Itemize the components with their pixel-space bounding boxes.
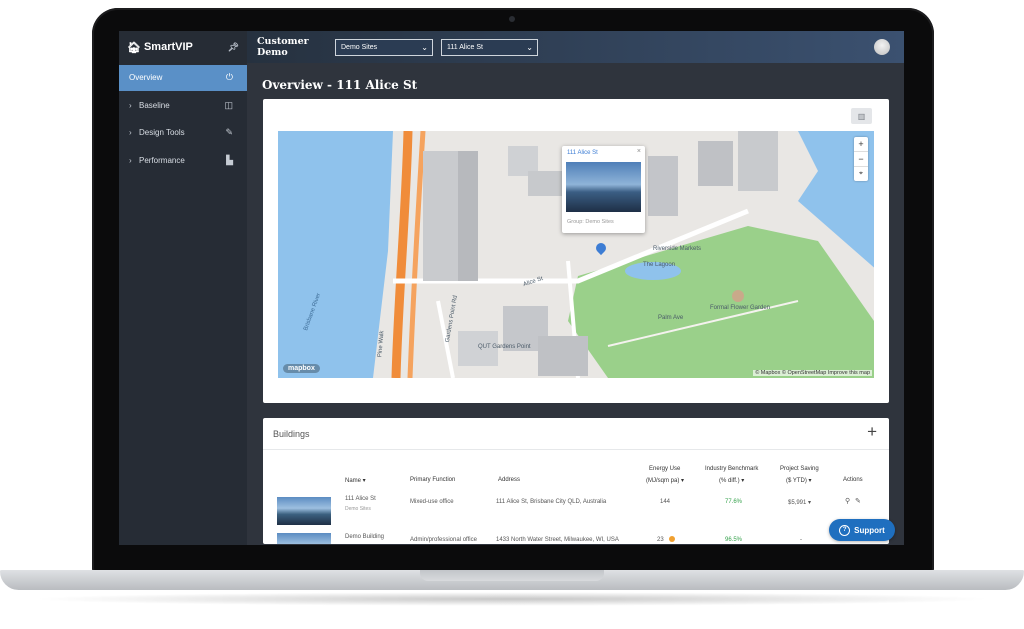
building-benchmark: 96.5%: [725, 537, 743, 543]
laptop-notch: [420, 570, 604, 581]
building-name[interactable]: 111 Alice St: [345, 496, 376, 502]
popup-title[interactable]: 111 Alice St: [567, 150, 598, 156]
building-photo: [566, 162, 641, 212]
pin-icon[interactable]: 📌︎: [228, 42, 239, 53]
map-label: Formal Flower Garden: [710, 305, 771, 311]
sidebar-item-baseline[interactable]: › Baseline ◫: [119, 92, 247, 118]
cube-icon: ◫: [224, 99, 233, 110]
help-icon: ?: [839, 524, 851, 536]
top-bar: Customer Demo Demo Sites ⌄ 111 Alice St …: [247, 31, 904, 63]
location-icon[interactable]: ⚲: [845, 497, 850, 505]
laptop-shadow: [30, 592, 994, 606]
mapbox-logo[interactable]: mapbox: [283, 364, 320, 373]
zoom-in-button[interactable]: +: [854, 137, 868, 152]
map-card: ⚲ ▥ Alice St Palm Ave Fo: [263, 99, 889, 403]
support-label: Support: [854, 525, 885, 535]
chart-view-button[interactable]: ▥: [851, 108, 872, 124]
map-label: Palm Ave: [658, 315, 684, 321]
brand[interactable]: 🏠︎ SmartVIP 📌︎: [119, 31, 247, 63]
home-icon: 🏠︎: [127, 41, 141, 54]
building-address: 1433 North Water Street, Milwaukee, WI, …: [496, 537, 619, 543]
edit-icon[interactable]: ✎: [855, 497, 861, 505]
buildings-card: Buildings + Name ▾ Primary Function Addr…: [263, 418, 889, 544]
building-select-value: 111 Alice St: [447, 43, 483, 51]
divider: [263, 449, 889, 450]
zoom-out-button[interactable]: −: [854, 152, 868, 167]
column-header-saving-unit[interactable]: ($ YTD) ▾: [786, 477, 812, 484]
sidebar-item-performance[interactable]: › Performance ▙: [119, 147, 247, 173]
building-address: 111 Alice St, Brisbane City QLD, Austral…: [496, 499, 607, 505]
chevron-right-icon: ›: [129, 155, 132, 165]
chevron-right-icon: ›: [129, 100, 132, 110]
building-energy: 144: [660, 499, 671, 505]
building-group: Demo Sites: [345, 506, 371, 512]
building-energy: 23: [657, 537, 664, 543]
building-select[interactable]: 111 Alice St ⌄: [441, 38, 538, 56]
chevron-right-icon: ›: [129, 128, 132, 137]
sidebar-item-label: Overview: [129, 73, 163, 82]
building-benchmark: 77.6%: [725, 499, 743, 505]
sidebar-item-design-tools[interactable]: › Design Tools ✎: [119, 120, 247, 146]
support-button[interactable]: ? Support: [829, 519, 895, 541]
site-select[interactable]: Demo Sites ⌄: [335, 38, 433, 56]
sidebar-item-label: Performance: [139, 155, 185, 165]
sidebar-item-label: Design Tools: [139, 128, 185, 137]
add-building-button[interactable]: +: [867, 422, 877, 442]
power-icon: ⏻: [225, 72, 233, 82]
column-header-function: Primary Function: [410, 477, 456, 483]
close-icon[interactable]: ×: [637, 148, 641, 155]
sidebar-item-label: Baseline: [139, 100, 170, 110]
building-name[interactable]: Demo Building: [345, 534, 384, 540]
column-header-name[interactable]: Name ▾: [345, 477, 366, 484]
column-header-energy: Energy Use: [649, 466, 681, 472]
column-header-benchmark-unit[interactable]: (% diff.) ▾: [719, 477, 744, 484]
bar-chart-icon: ▥: [857, 111, 866, 121]
building-saving: -: [800, 537, 802, 543]
map[interactable]: Alice St Palm Ave Formal Flower Garden T…: [278, 131, 874, 378]
chevron-down-icon: ⌄: [421, 42, 428, 52]
building-chart-icon: ▙: [226, 154, 233, 165]
popup-group: Group: Demo Sites: [567, 219, 614, 225]
building-function: Mixed-use office: [410, 499, 454, 505]
column-header-benchmark: Industry Benchmark: [705, 466, 759, 472]
map-label: QUT Gardens Point: [478, 344, 531, 350]
map-popup: 111 Alice St × Group: Demo Sites: [562, 146, 645, 233]
building-thumbnail[interactable]: [277, 497, 331, 525]
buildings-title: Buildings: [273, 429, 310, 439]
avatar[interactable]: [874, 39, 890, 55]
column-header-actions: Actions: [843, 477, 863, 483]
compass-button[interactable]: ⌖: [854, 167, 868, 181]
camera: [509, 16, 515, 22]
building-thumbnail[interactable]: [277, 533, 331, 544]
column-header-address: Address: [498, 477, 521, 483]
column-header-saving: Project Saving: [780, 466, 819, 472]
building-saving[interactable]: $5,991 ▾: [788, 499, 811, 506]
building-function: Admin/professional office: [410, 537, 477, 543]
zoom-controls: + − ⌖: [854, 137, 868, 181]
pencil-icon: ✎: [225, 127, 233, 137]
customer-title: Customer Demo: [257, 36, 309, 58]
site-select-value: Demo Sites: [341, 43, 378, 51]
column-header-energy-unit[interactable]: (MJ/sqm pa) ▾: [646, 477, 684, 484]
chevron-down-icon: ⌄: [526, 42, 533, 52]
warning-icon: [669, 536, 675, 542]
map-label: The Lagoon: [643, 262, 676, 268]
brand-name: SmartVIP: [143, 41, 193, 53]
map-attribution[interactable]: © Mapbox © OpenStreetMap Improve this ma…: [753, 370, 872, 376]
page-title: Overview - 111 Alice St: [262, 78, 418, 92]
map-label: Riverside Markets: [653, 246, 702, 252]
sidebar-item-overview[interactable]: Overview ⏻: [119, 64, 247, 91]
sidebar: 🏠︎ SmartVIP 📌︎ Overview ⏻ › Baseline ◫ ›…: [119, 31, 247, 545]
